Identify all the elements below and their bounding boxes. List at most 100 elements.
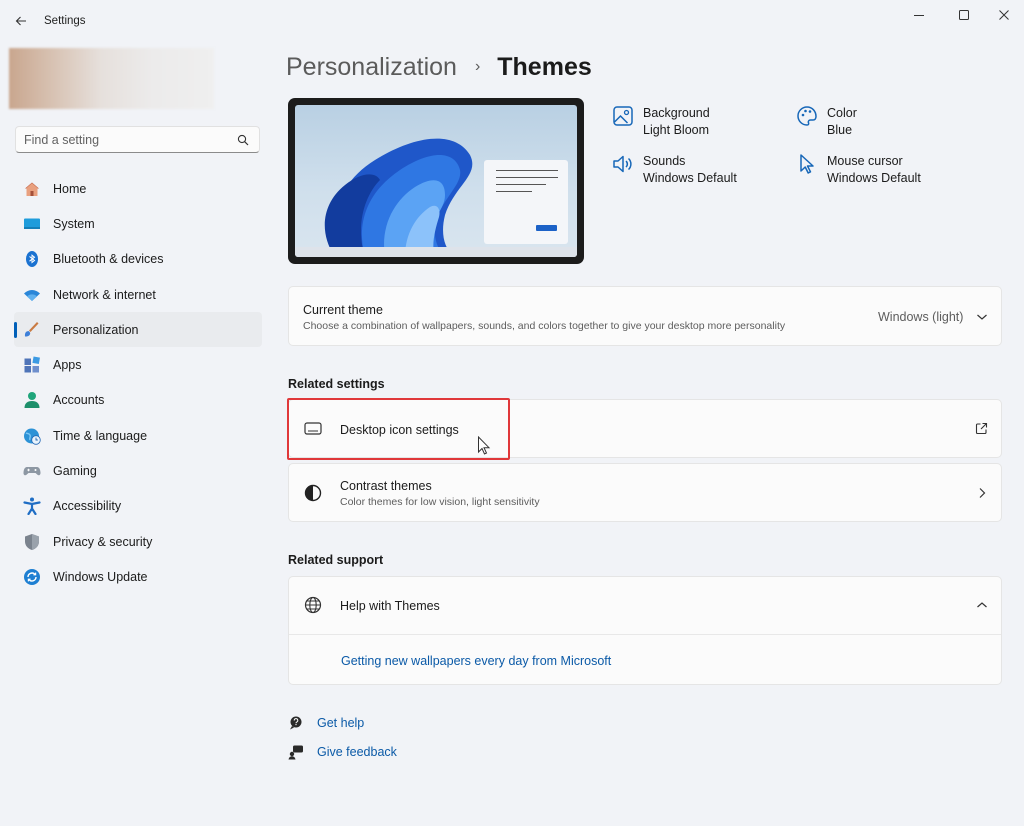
- shield-icon: [23, 533, 41, 551]
- sidebar-item-label: Bluetooth & devices: [53, 252, 164, 267]
- back-arrow-icon: [15, 16, 26, 26]
- globe-clock-icon: [23, 427, 41, 445]
- help-with-themes-header[interactable]: Help with Themes: [289, 577, 1001, 635]
- desktop-icon-settings-label: Desktop icon settings: [340, 423, 459, 437]
- search-box[interactable]: [15, 126, 260, 153]
- give-feedback-label: Give feedback: [317, 745, 397, 759]
- theme-background-label: Background: [643, 106, 710, 120]
- maximize-button[interactable]: [947, 4, 981, 26]
- chevron-up-icon[interactable]: [976, 600, 988, 610]
- theme-preview-screen: [295, 105, 577, 257]
- home-icon: [23, 180, 41, 198]
- sidebar-item-label: Accounts: [53, 393, 105, 408]
- search-icon[interactable]: [237, 134, 249, 146]
- current-theme-card[interactable]: Current theme Choose a combination of wa…: [288, 286, 1002, 346]
- palette-icon: [795, 105, 819, 129]
- get-help-link[interactable]: Get help: [288, 714, 428, 732]
- sidebar-item-label: Home: [53, 181, 87, 196]
- theme-preview: [288, 98, 584, 264]
- current-theme-title: Current theme: [303, 303, 383, 317]
- wallpapers-link[interactable]: Getting new wallpapers every day from Mi…: [341, 654, 611, 668]
- preview-button-mockup: [536, 225, 557, 231]
- give-feedback-link[interactable]: Give feedback: [288, 743, 428, 761]
- preview-taskbar: [295, 247, 577, 257]
- theme-color-value: Blue: [827, 123, 853, 137]
- sidebar-nav: Home System Bluetooth & devices Network …: [14, 171, 262, 595]
- search-input[interactable]: [24, 131, 229, 149]
- sidebar-item-home[interactable]: Home: [14, 171, 262, 206]
- speaker-icon: [611, 153, 635, 177]
- breadcrumb-parent[interactable]: Personalization: [286, 53, 457, 82]
- help-with-themes-label: Help with Themes: [340, 599, 440, 613]
- sidebar-item-label: Privacy & security: [53, 534, 153, 549]
- current-theme-value: Windows (light): [878, 310, 964, 324]
- preview-line: [496, 184, 546, 185]
- theme-background-value: Light Bloom: [643, 123, 710, 137]
- sidebar-item-apps[interactable]: Apps: [14, 347, 262, 382]
- breadcrumb-separator: ›: [474, 58, 481, 75]
- contrast-themes-label: Contrast themes: [340, 479, 432, 493]
- sidebar-item-label: System: [53, 216, 95, 231]
- preview-line: [496, 170, 558, 171]
- close-button[interactable]: [987, 4, 1021, 26]
- back-button[interactable]: [10, 10, 32, 32]
- theme-mouse-label: Mouse cursor: [827, 154, 903, 168]
- sidebar-item-label: Time & language: [53, 428, 148, 443]
- update-icon: [23, 568, 41, 586]
- feedback-icon: [288, 745, 303, 760]
- theme-sounds-label: Sounds: [643, 154, 686, 168]
- sidebar-item-windows-update[interactable]: Windows Update: [14, 559, 262, 594]
- preview-line: [496, 191, 532, 192]
- monitor-icon: [304, 422, 322, 435]
- chevron-down-icon[interactable]: [976, 312, 988, 322]
- title-bar: Settings: [0, 0, 1024, 42]
- account-icon: [23, 391, 41, 409]
- sidebar-item-label: Network & internet: [53, 287, 156, 302]
- sidebar-item-accessibility[interactable]: Accessibility: [14, 489, 262, 524]
- mouse-pointer-icon: [478, 436, 491, 455]
- accessibility-icon: [23, 497, 41, 516]
- maximize-icon: [959, 10, 969, 20]
- sidebar-item-privacy-security[interactable]: Privacy & security: [14, 524, 262, 559]
- apps-icon: [23, 356, 41, 374]
- open-external-icon[interactable]: [975, 422, 988, 435]
- sidebar-item-personalization[interactable]: Personalization: [14, 312, 262, 348]
- sidebar-item-accounts[interactable]: Accounts: [14, 383, 262, 418]
- minimize-button[interactable]: [902, 4, 936, 26]
- system-icon: [23, 215, 41, 233]
- preview-line: [496, 177, 558, 178]
- settings-window: Settings Home System: [0, 0, 1024, 826]
- sidebar-item-system[interactable]: System: [14, 206, 262, 241]
- sidebar-item-network[interactable]: Network & internet: [14, 277, 262, 312]
- help-with-themes-card: Help with Themes Getting new wallpapers …: [288, 576, 1002, 685]
- sidebar-item-gaming[interactable]: Gaming: [14, 453, 262, 488]
- page-title: Themes: [497, 52, 592, 81]
- brush-icon: [23, 321, 41, 339]
- theme-sounds-button[interactable]: Sounds Windows Default: [611, 153, 737, 187]
- gamepad-icon: [23, 462, 41, 480]
- related-support-heading: Related support: [288, 553, 384, 567]
- related-settings-heading: Related settings: [288, 377, 385, 391]
- sidebar-item-bluetooth[interactable]: Bluetooth & devices: [14, 242, 262, 277]
- contrast-themes-subtitle: Color themes for low vision, light sensi…: [340, 496, 540, 508]
- user-avatar[interactable]: [9, 48, 214, 109]
- cursor-icon: [795, 153, 819, 177]
- desktop-icon-settings-card[interactable]: Desktop icon settings: [288, 399, 1002, 458]
- help-chat-icon: [290, 716, 302, 730]
- preview-window-mockup: [484, 160, 568, 244]
- globe-icon: [304, 596, 322, 614]
- sidebar-item-label: Windows Update: [53, 569, 148, 584]
- theme-background-button[interactable]: Background Light Bloom: [611, 105, 710, 139]
- sidebar-item-time-language[interactable]: Time & language: [14, 418, 262, 453]
- contrast-themes-card[interactable]: Contrast themes Color themes for low vis…: [288, 463, 1002, 522]
- get-help-label: Get help: [317, 716, 365, 730]
- contrast-icon: [304, 484, 322, 502]
- theme-mouse-cursor-button[interactable]: Mouse cursor Windows Default: [795, 153, 921, 187]
- close-icon: [999, 10, 1009, 20]
- picture-icon: [611, 105, 635, 129]
- theme-color-label: Color: [827, 106, 857, 120]
- chevron-right-icon: [979, 488, 986, 498]
- current-theme-subtitle: Choose a combination of wallpapers, soun…: [303, 320, 786, 332]
- minimize-icon: [914, 15, 924, 16]
- theme-color-button[interactable]: Color Blue: [795, 105, 857, 139]
